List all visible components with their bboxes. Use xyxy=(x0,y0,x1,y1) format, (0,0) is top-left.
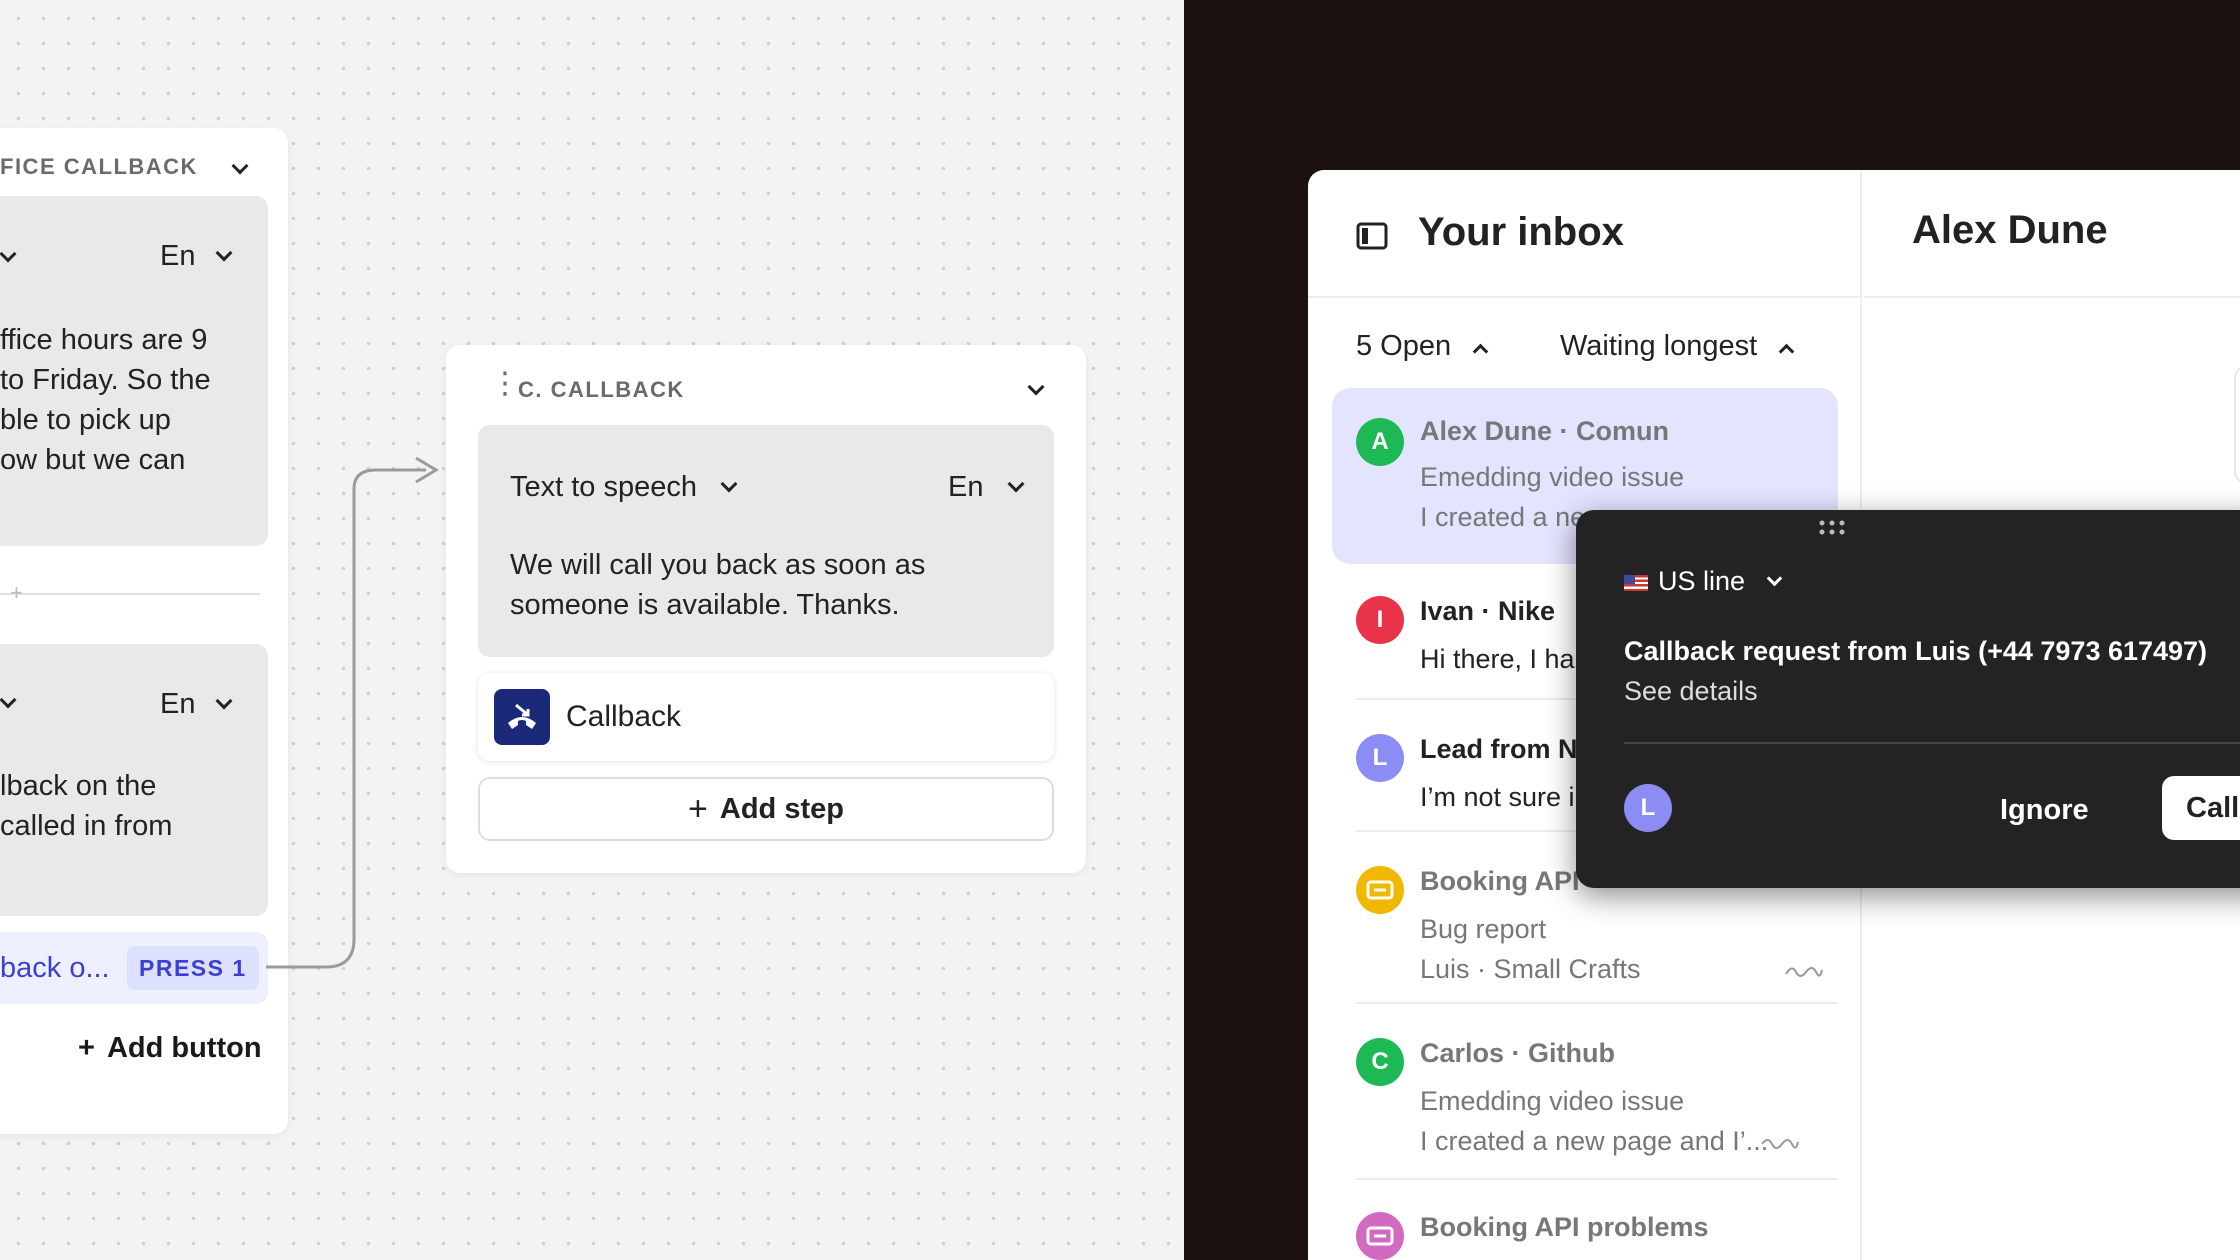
ticket-icon xyxy=(1366,1226,1394,1246)
callback-request-title: Callback request from Luis (+44 7973 617… xyxy=(1624,636,2208,666)
office-message-block-1[interactable]: En ffice hours are 9 to Friday. So the b… xyxy=(0,196,268,546)
add-step-button[interactable]: + Add step xyxy=(478,777,1054,841)
divider xyxy=(1356,1178,1838,1180)
typing-squiggle-icon xyxy=(1761,1139,1799,1149)
conversation-name: Booking API xyxy=(1420,866,1580,896)
sort-label: Waiting longest xyxy=(1560,330,1758,362)
add-button-link[interactable]: + Add button xyxy=(78,1032,262,1065)
chevron-down-icon xyxy=(720,475,738,493)
inbox-title: Your inbox xyxy=(1418,210,1624,254)
avatar: C xyxy=(1356,1038,1404,1086)
divider xyxy=(1864,296,2240,298)
chevron-up-icon xyxy=(1778,343,1795,360)
sidebar-toggle-icon[interactable] xyxy=(1356,222,1388,250)
conversation-subject: Emedding video issue xyxy=(1420,1086,1685,1116)
sort-select[interactable]: Waiting longest xyxy=(1560,330,1795,363)
chevron-down-icon xyxy=(1766,570,1782,587)
tts-select[interactable]: Text to speech xyxy=(510,471,738,504)
tts-message-text: We will call you back as soon as someone… xyxy=(510,549,926,621)
conversation-subject: Hi there, I ha xyxy=(1420,644,1575,674)
plus-icon: + xyxy=(78,1032,95,1064)
language-label: En xyxy=(160,240,196,272)
press-badge: PRESS 1 xyxy=(127,946,259,990)
language-select[interactable]: En xyxy=(160,688,233,721)
tts-message-block[interactable]: Text to speech En We will call you back … xyxy=(478,425,1054,657)
plus-icon[interactable]: + xyxy=(10,580,23,606)
plus-icon: + xyxy=(688,789,708,828)
conversation-subject: Emedding video issue xyxy=(1420,462,1685,492)
line-label: US line xyxy=(1658,566,1746,596)
ticket-avatar xyxy=(1356,866,1404,914)
avatar: I xyxy=(1356,596,1404,644)
see-details-link[interactable]: See details xyxy=(1624,676,1758,707)
tts-label: Text to speech xyxy=(510,471,697,503)
conversation-card-edge xyxy=(2234,365,2240,485)
typing-squiggle-icon xyxy=(1785,967,1823,977)
conversation-name: Carlos · Github xyxy=(1420,1038,1615,1068)
connector-arrow xyxy=(266,456,439,969)
ticket-avatar xyxy=(1356,1212,1404,1260)
divider xyxy=(0,593,260,595)
callback-step-label: Callback xyxy=(566,700,682,733)
callback-card-header: C. CALLBACK xyxy=(518,377,685,402)
us-flag-icon xyxy=(1624,574,1648,591)
ticket-icon xyxy=(1366,880,1394,900)
open-filter-label: 5 Open xyxy=(1356,330,1452,362)
divider xyxy=(1624,742,2240,744)
chevron-down-icon[interactable] xyxy=(0,245,17,263)
chevron-down-icon[interactable] xyxy=(1027,378,1045,396)
divider xyxy=(1308,296,1862,298)
chevron-down-icon xyxy=(215,244,233,262)
office-callback-card[interactable]: FICE CALLBACK En ffice hours are 9 to Fr… xyxy=(0,128,288,1134)
language-label: En xyxy=(160,688,196,720)
avatar: L xyxy=(1356,734,1404,782)
line-select[interactable]: US line xyxy=(1624,566,1782,597)
callback-request-popup[interactable]: US line Callback request from Luis (+44 … xyxy=(1576,510,2240,888)
conversation-subject: I’m not sure i xyxy=(1420,782,1575,812)
language-select[interactable]: En xyxy=(948,471,1025,504)
drag-handle-icon[interactable]: ⋮ xyxy=(490,369,520,399)
conversation-preview: I created a ne xyxy=(1420,502,1586,532)
conversation-name: Alex Dune · Comun xyxy=(1420,416,1670,446)
office-message-text: ffice hours are 9 to Friday. So the ble … xyxy=(0,324,211,476)
ignore-button[interactable]: Ignore xyxy=(2000,794,2089,827)
option-label: back o... xyxy=(0,952,110,984)
language-select[interactable]: En xyxy=(160,240,233,273)
conversation-item[interactable]: Booking API problems xyxy=(1356,1196,1838,1260)
avatar: A xyxy=(1356,418,1404,466)
drag-handle-icon[interactable] xyxy=(1818,518,1846,538)
conversation-name: Ivan · Nike xyxy=(1420,596,1556,626)
chevron-down-icon[interactable] xyxy=(231,157,249,175)
callback-card[interactable]: ⋮ C. CALLBACK Text to speech En We will … xyxy=(446,345,1086,873)
contact-title: Alex Dune xyxy=(1912,208,2108,252)
option-callback-press-1[interactable]: back o... PRESS 1 xyxy=(0,932,268,1004)
conversation-preview: Luis · Small Crafts xyxy=(1420,954,1641,984)
chevron-down-icon xyxy=(215,692,233,710)
office-message-block-2[interactable]: En lback on the called in from xyxy=(0,644,268,916)
office-message-text: lback on the called in from xyxy=(0,770,173,842)
open-filter[interactable]: 5 Open xyxy=(1356,330,1489,363)
office-card-header: FICE CALLBACK xyxy=(0,154,198,179)
conversation-name: Booking API problems xyxy=(1420,1212,1709,1242)
language-label: En xyxy=(948,471,984,503)
callback-icon xyxy=(494,689,550,745)
chevron-down-icon xyxy=(1007,475,1025,493)
avatar: L xyxy=(1624,784,1672,832)
chevron-down-icon[interactable] xyxy=(0,691,17,709)
conversation-preview: I created a new page and I’... xyxy=(1420,1126,1769,1156)
inbox-app: Your inbox 5 Open Waiting longest A Alex… xyxy=(1184,0,2240,1260)
conversation-name: Lead from N xyxy=(1420,734,1578,764)
chevron-up-icon xyxy=(1472,343,1489,360)
flow-canvas: FICE CALLBACK En ffice hours are 9 to Fr… xyxy=(0,0,1184,1260)
divider xyxy=(1356,1002,1838,1004)
conversation-subject: Bug report xyxy=(1420,914,1547,944)
call-button[interactable]: Call xyxy=(2162,776,2240,840)
conversation-item[interactable]: C Carlos · Github Emedding video issue I… xyxy=(1356,1022,1838,1172)
callback-step[interactable]: Callback xyxy=(478,673,1054,761)
